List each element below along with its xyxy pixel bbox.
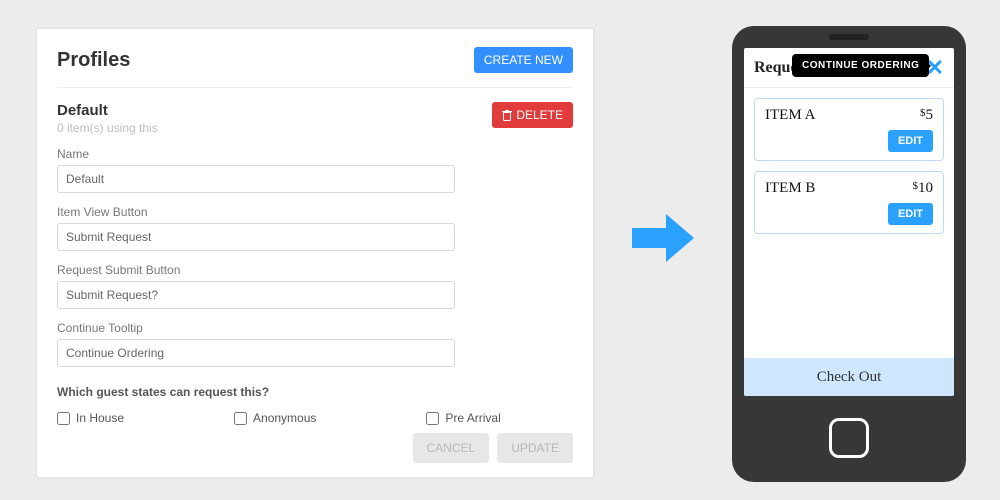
arrow-icon: [632, 214, 694, 262]
order-card: ITEM B $10 EDIT: [754, 171, 944, 234]
order-card: ITEM A $5 EDIT: [754, 98, 944, 161]
guest-question: Which guest states can request this?: [57, 385, 573, 399]
field-tooltip: Continue Tooltip: [57, 321, 573, 367]
panel-header: Profiles CREATE NEW: [57, 47, 573, 88]
checkbox-anonymous[interactable]: Anonymous: [234, 411, 316, 425]
delete-button[interactable]: DELETE: [492, 102, 573, 128]
profiles-panel: Profiles CREATE NEW Default 0 item(s) us…: [36, 28, 594, 478]
delete-button-label: DELETE: [516, 108, 563, 122]
tooltip-label: Continue Tooltip: [57, 321, 573, 335]
checkbox-pre-arrival-input[interactable]: [426, 412, 439, 425]
checkbox-in-house-input[interactable]: [57, 412, 70, 425]
phone-body: ITEM A $5 EDIT ITEM B $10 EDIT: [744, 88, 954, 358]
section-title: Default: [57, 102, 158, 119]
cancel-button[interactable]: CANCEL: [413, 433, 490, 463]
phone-speaker: [829, 34, 869, 40]
checkbox-in-house[interactable]: In House: [57, 411, 124, 425]
checkbox-anonymous-input[interactable]: [234, 412, 247, 425]
page-title: Profiles: [57, 49, 130, 72]
continue-tooltip: CONTINUE ORDERING: [792, 54, 929, 77]
order-item-name: ITEM A: [765, 107, 815, 124]
trash-icon: [502, 110, 512, 121]
order-item-price: $10: [913, 180, 934, 197]
submit-label: Request Submit Button: [57, 263, 573, 277]
submit-input[interactable]: [57, 281, 455, 309]
field-submit: Request Submit Button: [57, 263, 573, 309]
phone-mock: Reque CONTINUE ORDERING ✕ ITEM A $5 EDIT…: [732, 26, 966, 482]
home-button[interactable]: [829, 418, 869, 458]
order-item-name: ITEM B: [765, 180, 815, 197]
order-item-price: $5: [920, 107, 933, 124]
phone-header: Reque CONTINUE ORDERING ✕: [744, 48, 954, 88]
guest-options-row: In House Anonymous Pre Arrival: [57, 411, 573, 425]
edit-button[interactable]: EDIT: [888, 130, 933, 152]
checkbox-in-house-label: In House: [76, 411, 124, 425]
footer-buttons: CANCEL UPDATE: [413, 433, 573, 463]
section-title-block: Default 0 item(s) using this: [57, 102, 158, 135]
name-input[interactable]: [57, 165, 455, 193]
name-label: Name: [57, 147, 573, 161]
checkbox-pre-arrival-label: Pre Arrival: [445, 411, 500, 425]
checkbox-anonymous-label: Anonymous: [253, 411, 316, 425]
item-view-input[interactable]: [57, 223, 455, 251]
tooltip-input[interactable]: [57, 339, 455, 367]
edit-button[interactable]: EDIT: [888, 203, 933, 225]
checkbox-pre-arrival[interactable]: Pre Arrival: [426, 411, 500, 425]
checkout-button[interactable]: Check Out: [744, 358, 954, 396]
section-sub: 0 item(s) using this: [57, 121, 158, 135]
item-view-label: Item View Button: [57, 205, 573, 219]
create-new-button[interactable]: CREATE NEW: [474, 47, 573, 73]
phone-screen: Reque CONTINUE ORDERING ✕ ITEM A $5 EDIT…: [744, 48, 954, 396]
field-name: Name: [57, 147, 573, 193]
section-header: Default 0 item(s) using this DELETE: [57, 102, 573, 135]
field-item-view: Item View Button: [57, 205, 573, 251]
update-button[interactable]: UPDATE: [497, 433, 573, 463]
